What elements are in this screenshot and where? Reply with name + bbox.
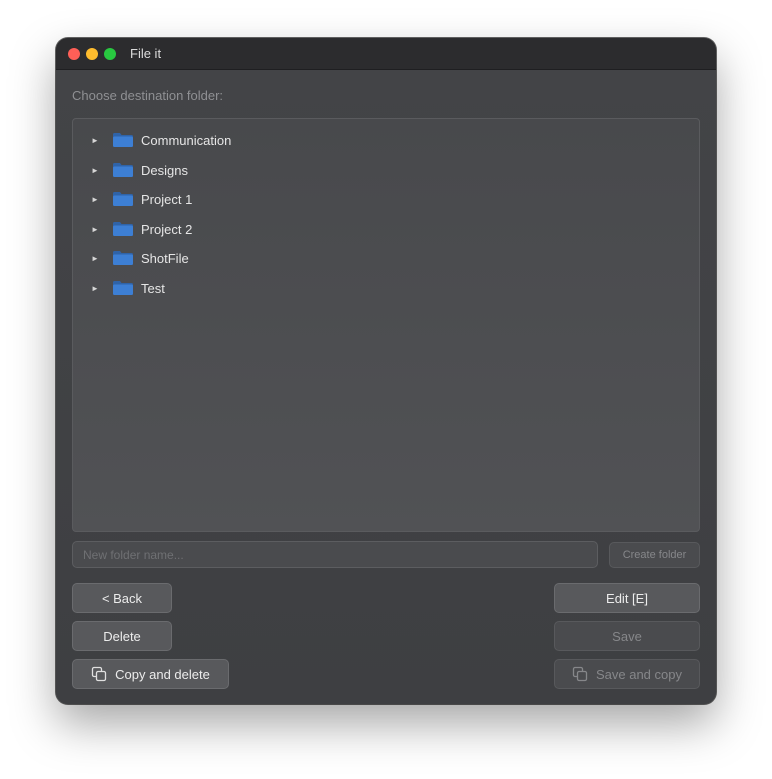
disclosure-triangle-icon[interactable]: ► bbox=[91, 284, 99, 293]
folder-name: Project 2 bbox=[141, 221, 193, 237]
folder-icon bbox=[113, 281, 133, 295]
save-and-copy-button[interactable]: Save and copy bbox=[554, 659, 700, 689]
folder-row-shotfile[interactable]: ► ShotFile bbox=[73, 247, 699, 269]
window-content: Choose destination folder: ► Communicati… bbox=[56, 70, 716, 704]
minimize-window-button[interactable] bbox=[86, 48, 98, 60]
delete-button[interactable]: Delete bbox=[72, 621, 172, 651]
save-button[interactable]: Save bbox=[554, 621, 700, 651]
save-and-copy-label: Save and copy bbox=[595, 666, 682, 682]
copy-and-delete-label: Copy and delete bbox=[115, 666, 210, 682]
window-title: File it bbox=[130, 46, 162, 61]
folder-name: Designs bbox=[141, 162, 188, 178]
file-it-window: File it Choose destination folder: ► Com… bbox=[56, 38, 716, 704]
folder-row-project-1[interactable]: ► Project 1 bbox=[73, 188, 699, 210]
folder-icon bbox=[113, 192, 133, 206]
folder-row-test[interactable]: ► Test bbox=[73, 277, 699, 299]
back-button[interactable]: < Back bbox=[72, 583, 172, 613]
close-window-button[interactable] bbox=[68, 48, 80, 60]
edit-button[interactable]: Edit [E] bbox=[554, 583, 700, 613]
disclosure-triangle-icon[interactable]: ► bbox=[91, 166, 99, 175]
folder-row-project-2[interactable]: ► Project 2 bbox=[73, 218, 699, 240]
folder-name: Test bbox=[141, 280, 165, 296]
folder-row-designs[interactable]: ► Designs bbox=[73, 159, 699, 181]
folder-row-communication[interactable]: ► Communication bbox=[73, 129, 699, 151]
folder-icon bbox=[113, 133, 133, 147]
copy-icon bbox=[572, 666, 588, 682]
disclosure-triangle-icon[interactable]: ► bbox=[91, 225, 99, 234]
folder-name: Project 1 bbox=[141, 191, 193, 207]
folder-icon bbox=[113, 222, 133, 236]
folder-tree[interactable]: ► Communication ► Designs ► Project 1 ► … bbox=[72, 118, 700, 532]
folder-icon bbox=[113, 163, 133, 177]
disclosure-triangle-icon[interactable]: ► bbox=[91, 136, 99, 145]
create-folder-button[interactable]: Create folder bbox=[609, 542, 700, 568]
disclosure-triangle-icon[interactable]: ► bbox=[91, 254, 99, 263]
copy-icon bbox=[92, 666, 107, 682]
choose-destination-label: Choose destination folder: bbox=[72, 88, 224, 103]
copy-and-delete-button[interactable]: Copy and delete bbox=[72, 659, 229, 689]
disclosure-triangle-icon[interactable]: ► bbox=[91, 195, 99, 204]
new-folder-name-input[interactable] bbox=[72, 541, 598, 568]
folder-name: ShotFile bbox=[141, 250, 189, 266]
folder-icon bbox=[113, 251, 133, 265]
folder-name: Communication bbox=[141, 132, 232, 148]
maximize-window-button[interactable] bbox=[104, 48, 116, 60]
title-bar[interactable]: File it bbox=[56, 38, 716, 70]
